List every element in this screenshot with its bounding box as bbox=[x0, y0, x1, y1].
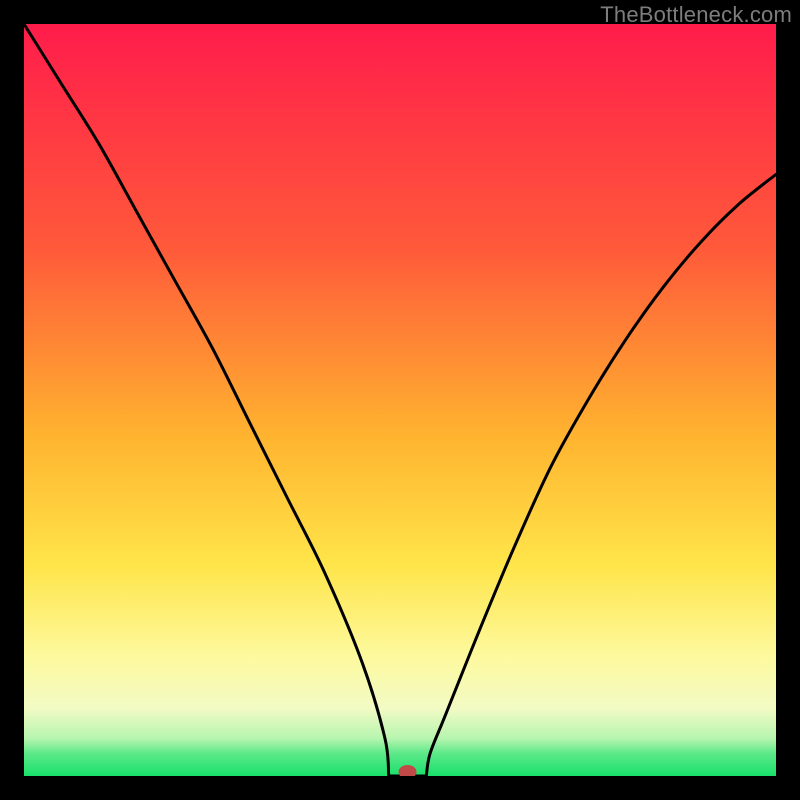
watermark-text: TheBottleneck.com bbox=[600, 2, 792, 28]
chart-frame bbox=[24, 24, 776, 776]
gradient-background bbox=[24, 24, 776, 776]
bottleneck-chart bbox=[24, 24, 776, 776]
